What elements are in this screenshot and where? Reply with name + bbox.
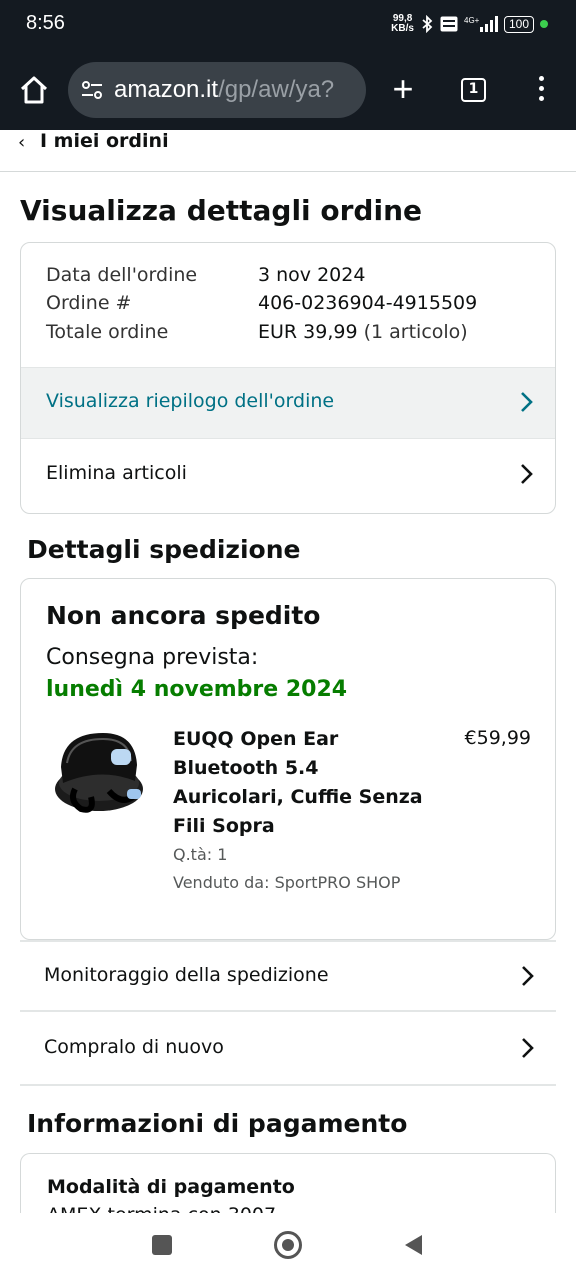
privacy-dot [540, 20, 548, 28]
more-menu-icon[interactable] [534, 76, 548, 106]
tab-switcher-button[interactable]: 1 [461, 78, 486, 102]
chevron-right-icon [522, 966, 534, 986]
order-number-label: Ordine # [46, 292, 132, 314]
order-info-card: Data dell'ordine 3 nov 2024 Ordine # 406… [20, 242, 556, 514]
page-title: Visualizza dettagli ordine [20, 194, 422, 227]
breadcrumb[interactable]: ‹ I miei ordini [0, 130, 576, 172]
delete-items-link[interactable]: Elimina articoli [21, 440, 555, 512]
shipment-card: Non ancora spedito Consegna prevista: lu… [20, 578, 556, 940]
battery-icon: 100 [503, 15, 534, 33]
system-nav-bar [0, 1213, 576, 1280]
new-tab-button[interactable]: + [388, 71, 418, 108]
payment-card: Modalità di pagamento AMEX termina con 3… [20, 1153, 556, 1213]
order-summary-label: Visualizza riepilogo dell'ordine [46, 390, 335, 412]
home-button[interactable] [274, 1231, 302, 1259]
back-button[interactable] [403, 1233, 423, 1257]
expected-delivery-date: lunedì 4 novembre 2024 [46, 677, 348, 702]
order-number-value: 406-0236904-4915509 [258, 292, 478, 314]
order-total-value: EUR 39,99 (1 articolo) [258, 321, 468, 343]
recents-button[interactable] [152, 1235, 172, 1255]
chevron-right-icon [521, 464, 533, 484]
payment-method-label: Modalità di pagamento [47, 1176, 295, 1198]
status-time: 8:56 [26, 12, 65, 34]
payment-method-value: AMEX termina con 3007 [47, 1204, 276, 1213]
chevron-right-icon [522, 1038, 534, 1058]
volte-icon [440, 16, 458, 32]
order-total-label: Totale ordine [46, 321, 169, 343]
home-icon[interactable] [18, 74, 50, 106]
product-image[interactable] [51, 727, 151, 827]
shipment-status: Non ancora spedito [46, 601, 321, 630]
product-seller: Venduto da: SportPRO SHOP [173, 873, 401, 892]
address-bar[interactable]: amazon.it/gp/aw/ya? [68, 62, 366, 118]
chevron-left-icon: ‹ [18, 132, 26, 153]
signal-icon: 4G+ [464, 16, 498, 32]
product-name-link[interactable]: EUQQ Open Ear Bluetooth 5.4 Auricolari, … [173, 725, 423, 841]
breadcrumb-label[interactable]: I miei ordini [40, 130, 169, 152]
svg-text:4G+: 4G+ [464, 16, 480, 25]
site-settings-icon[interactable] [80, 78, 104, 102]
product-price: €59,99 [464, 727, 531, 749]
chevron-right-icon [521, 392, 533, 412]
status-icons: 99,8 KB/s 4G+ 100 [391, 14, 548, 34]
bluetooth-icon [422, 15, 433, 33]
track-shipment-link[interactable]: Monitoraggio della spedizione [20, 940, 556, 1012]
delete-items-label: Elimina articoli [46, 462, 187, 484]
buy-again-link[interactable]: Compralo di nuovo [20, 1014, 556, 1086]
buy-again-label: Compralo di nuovo [44, 1036, 224, 1058]
net-speed: 99,8 KB/s [391, 13, 414, 34]
browser-toolbar: amazon.it/gp/aw/ya? + 1 [0, 50, 576, 130]
product-quantity: Q.tà: 1 [173, 845, 228, 864]
order-summary-link[interactable]: Visualizza riepilogo dell'ordine [21, 367, 555, 439]
expected-delivery-label: Consegna prevista: [46, 645, 259, 670]
status-bar: 8:56 99,8 KB/s 4G+ 100 [0, 0, 576, 50]
track-shipment-label: Monitoraggio della spedizione [44, 964, 329, 986]
shipping-section-title: Dettagli spedizione [27, 535, 301, 564]
order-date-label: Data dell'ordine [46, 264, 198, 286]
url-text: amazon.it/gp/aw/ya? [114, 76, 335, 103]
payment-section-title: Informazioni di pagamento [27, 1109, 408, 1138]
order-date-value: 3 nov 2024 [258, 264, 366, 286]
